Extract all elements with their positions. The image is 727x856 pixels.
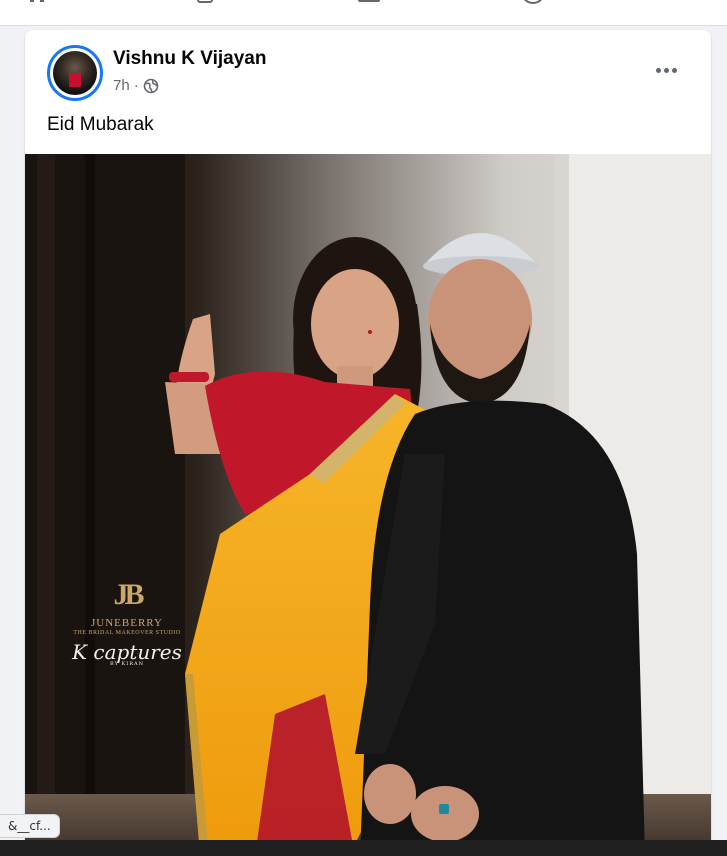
post-photo[interactable]: JB JUNEBERRY THE BRIDAL MAKEOVER STUDIO … — [25, 154, 711, 856]
feed-post: Vishnu K Vijayan 7h · Eid Mubarak JB JUN… — [25, 30, 711, 856]
watermark-script-by: BY KIRAN — [110, 661, 144, 667]
photographer-watermark: K captures BY KIRAN — [47, 640, 207, 667]
watermark-tagline: THE BRIDAL MAKEOVER STUDIO — [73, 630, 181, 636]
post-caption: Eid Mubarak — [47, 114, 154, 135]
post-timestamp[interactable]: 7h — [113, 77, 130, 94]
watermark-brand: JUNEBERRY — [91, 617, 163, 629]
avatar-image — [53, 51, 97, 95]
home-icon[interactable] — [26, 0, 52, 4]
watermark-monogram: JB — [113, 578, 144, 611]
author-avatar[interactable] — [47, 45, 103, 101]
post-meta: 7h · — [113, 77, 159, 94]
more-options-icon-dot — [663, 67, 669, 73]
globe-icon[interactable] — [143, 78, 159, 94]
photo-illustration — [25, 154, 711, 856]
marketplace-icon[interactable] — [356, 0, 382, 4]
studio-watermark-logo: JB JUNEBERRY THE BRIDAL MAKEOVER STUDIO — [47, 578, 207, 637]
post-author-name[interactable]: Vishnu K Vijayan — [113, 48, 266, 70]
more-options-icon-dot — [671, 67, 677, 73]
watch-icon[interactable] — [192, 0, 218, 4]
more-options-icon-dot — [655, 67, 661, 73]
os-taskbar — [0, 840, 727, 856]
link-status-bar: &__cf... — [0, 814, 60, 838]
more-options-button[interactable] — [651, 60, 681, 80]
meta-separator: · — [133, 77, 139, 94]
top-navigation-bar — [0, 0, 727, 26]
avatar-logo-mark — [69, 73, 81, 87]
groups-icon[interactable] — [520, 0, 546, 4]
